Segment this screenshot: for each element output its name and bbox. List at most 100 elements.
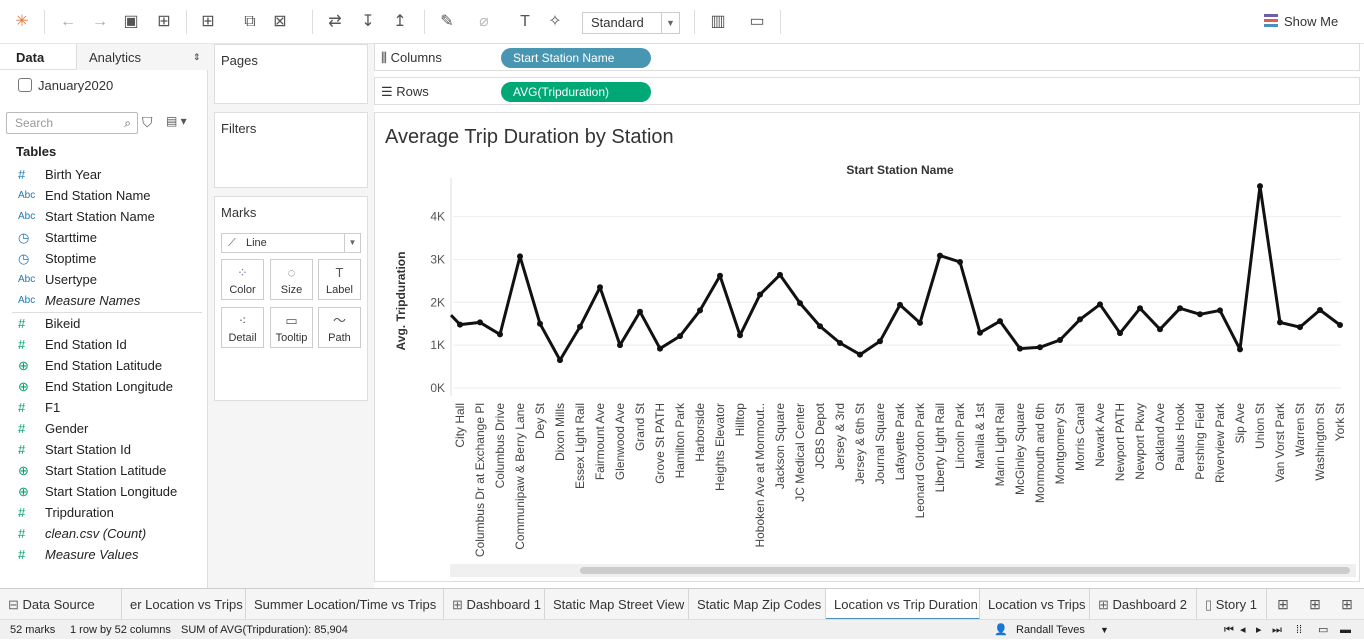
data-point[interactable] [977, 329, 983, 336]
tableau-logo-icon[interactable]: ✳ [12, 12, 32, 32]
data-point[interactable] [1237, 346, 1243, 353]
sort-descending-icon[interactable]: ↥ [390, 12, 410, 32]
data-point[interactable] [877, 338, 883, 345]
sheet-tab[interactable]: Static Map Zip Codes [689, 589, 826, 619]
filter-icon[interactable]: ⛉ [142, 114, 153, 131]
field-measure-names[interactable]: Abc Measure Names [0, 290, 206, 311]
redo-icon[interactable]: → [90, 12, 110, 32]
new-worksheet-icon[interactable]: ⊞ [198, 12, 218, 32]
data-point[interactable] [797, 300, 803, 307]
data-point[interactable] [1077, 316, 1083, 323]
data-point[interactable] [1157, 326, 1163, 333]
data-point[interactable] [1017, 345, 1023, 352]
size-button[interactable]: ◌ Size [270, 259, 313, 300]
data-point[interactable] [1317, 307, 1323, 313]
data-point[interactable] [477, 319, 483, 326]
datasource-item[interactable]: January2020 [18, 78, 113, 93]
sheet-tab[interactable]: Static Map Street View [545, 589, 689, 619]
field-start-station-name[interactable]: Abc Start Station Name [0, 206, 206, 227]
data-point[interactable] [1257, 183, 1263, 190]
detail-button[interactable]: ⁖ Detail [221, 307, 264, 348]
data-point[interactable] [957, 259, 963, 265]
data-point[interactable] [657, 345, 663, 352]
clear-sheet-icon[interactable]: ⊠ [270, 12, 290, 32]
data-point[interactable] [837, 340, 843, 346]
field-end-station-id[interactable]: # End Station Id [0, 334, 206, 355]
data-point[interactable] [617, 342, 623, 349]
horizontal-scrollbar[interactable] [580, 567, 1350, 574]
next-sheet-icon[interactable]: ▸ [1256, 620, 1262, 640]
data-point[interactable] [1337, 322, 1343, 328]
field-gender[interactable]: # Gender [0, 418, 206, 439]
field-f1[interactable]: # F1 [0, 397, 206, 418]
color-button[interactable]: ⁘ Color [221, 259, 264, 300]
presentation-mode-icon[interactable]: ▭ [747, 12, 767, 32]
data-point[interactable] [777, 271, 783, 278]
user-menu[interactable]: 👤 Randall Teves ▼ [990, 620, 1114, 640]
data-point[interactable] [717, 272, 723, 279]
data-point[interactable] [857, 351, 863, 358]
field-clean-csv-count[interactable]: # clean.csv (Count) [0, 523, 206, 544]
filters-card[interactable]: Filters [214, 112, 368, 188]
search-input[interactable]: Search ⌕ [6, 112, 138, 134]
data-point[interactable] [1037, 344, 1043, 351]
fix-axes-icon[interactable]: ✧ [545, 12, 565, 32]
field-starttime[interactable]: ◷ Starttime [0, 227, 206, 248]
new-story-tab-icon[interactable]: ⊞ [1337, 594, 1357, 614]
field-start-station-latitude[interactable]: ⊕ Start Station Latitude [0, 460, 206, 481]
data-point[interactable] [537, 320, 543, 327]
data-point[interactable] [1277, 319, 1283, 326]
path-button[interactable]: 〜 Path [318, 307, 361, 348]
data-point[interactable] [577, 323, 583, 330]
first-sheet-icon[interactable]: ⏮ [1224, 620, 1234, 640]
tab-data[interactable]: Data [16, 50, 44, 65]
data-point[interactable] [457, 321, 463, 328]
swap-rows-columns-icon[interactable]: ⇄ [325, 12, 345, 32]
sheet-sorter-icon[interactable]: ⁞⁞ [1296, 620, 1302, 640]
sheet-tab[interactable]: ⊞ Dashboard 2 [1090, 589, 1197, 619]
field-usertype[interactable]: Abc Usertype [0, 269, 206, 290]
sheet-tab[interactable]: er Location vs Trips [122, 589, 246, 619]
data-point[interactable] [1217, 307, 1223, 314]
series-line[interactable] [449, 184, 1341, 362]
undo-icon[interactable]: ← [58, 12, 78, 32]
data-point[interactable] [497, 331, 503, 338]
data-point[interactable] [1177, 305, 1183, 312]
prev-sheet-icon[interactable]: ◂ [1240, 620, 1246, 640]
field-end-station-name[interactable]: Abc End Station Name [0, 185, 206, 206]
duplicate-sheet-icon[interactable]: ⧉ [240, 12, 260, 32]
field-stoptime[interactable]: ◷ Stoptime [0, 248, 206, 269]
data-point[interactable] [1297, 324, 1303, 331]
data-point[interactable] [557, 357, 563, 364]
data-point[interactable] [1197, 311, 1203, 318]
view-options-icon[interactable]: ▤ ▾ [166, 114, 187, 128]
show-me-button[interactable]: Show Me [1264, 14, 1338, 29]
sheet-tab[interactable]: Summer Location/Time vs Trips [246, 589, 444, 619]
new-worksheet-tab-icon[interactable]: ⊞ [1273, 594, 1293, 614]
show-cards-icon[interactable]: ▥ [708, 12, 728, 32]
sheet-tab[interactable]: ▯ Story 1 [1197, 589, 1267, 619]
field-tripduration[interactable]: # Tripduration [0, 502, 206, 523]
mark-type-select[interactable]: ⟋ Line ▼ [221, 233, 361, 253]
rows-shelf[interactable]: ☰ Rows AVG(Tripduration) [374, 77, 1360, 105]
pane-menu-icon[interactable]: ⇕ [193, 52, 201, 63]
sheet-tab[interactable]: Location vs Trip Duration [826, 589, 980, 619]
data-point[interactable] [517, 253, 523, 260]
tab-analytics[interactable]: Analytics [89, 50, 141, 65]
columns-shelf[interactable]: ⫼ Columns Start Station Name [374, 43, 1360, 71]
field-measure-values[interactable]: # Measure Values [0, 544, 206, 565]
rows-pill[interactable]: AVG(Tripduration) [501, 82, 651, 102]
field-bikeid[interactable]: # Bikeid [0, 313, 206, 334]
show-labels-icon[interactable]: T [515, 12, 535, 32]
data-point[interactable] [677, 333, 683, 340]
tab-data-source[interactable]: ⊟ Data Source [0, 589, 122, 619]
data-point[interactable] [737, 332, 743, 339]
data-point[interactable] [1137, 305, 1143, 312]
pages-card[interactable]: Pages [214, 44, 368, 104]
group-icon[interactable]: ⌀ [474, 12, 494, 32]
data-point[interactable] [697, 307, 703, 314]
data-point[interactable] [597, 284, 603, 291]
field-end-station-longitude[interactable]: ⊕ End Station Longitude [0, 376, 206, 397]
data-point[interactable] [637, 308, 643, 315]
tab-analytics-bg[interactable]: Analytics ⇕ [76, 44, 208, 70]
